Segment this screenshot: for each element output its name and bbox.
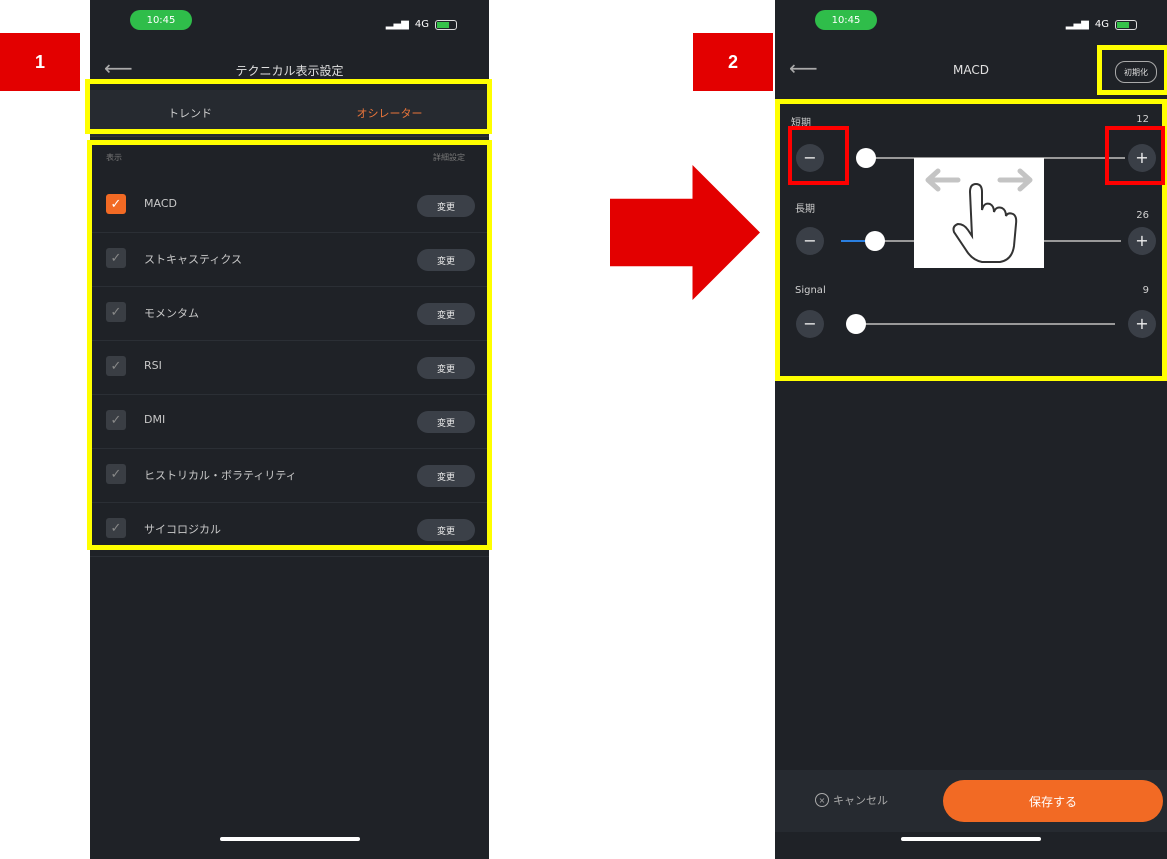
bottom-action-bar: × キャンセル 保存する [775,770,1167,832]
network-label: 4G [414,19,429,30]
step-badge-1: 1 [0,33,80,91]
battery-icon [1115,19,1137,30]
status-time: 10:45 [130,10,192,30]
home-indicator [220,837,360,841]
signal-icon: ▂▄▆ [1065,19,1089,30]
battery-icon [435,19,457,30]
highlight-tab-bar [85,79,492,134]
close-icon: × [815,793,829,807]
status-indicators: ▂▄▆ 4G [386,19,457,30]
cancel-label: キャンセル [833,794,888,807]
home-indicator [901,837,1041,841]
save-button[interactable]: 保存する [943,780,1163,822]
highlight-indicator-list [87,140,492,550]
highlight-increment [1105,126,1165,185]
network-label: 4G [1094,19,1109,30]
step-badge-2: 2 [693,33,773,91]
page-title: テクニカル表示設定 [235,64,344,78]
highlight-reset-button [1097,45,1167,95]
highlight-decrement [788,126,849,185]
signal-icon: ▂▄▆ [385,19,409,30]
status-indicators: ▂▄▆ 4G [1066,19,1137,30]
cancel-button[interactable]: × キャンセル [815,792,888,808]
status-time: 10:45 [815,10,877,30]
next-step-arrow [610,165,760,300]
